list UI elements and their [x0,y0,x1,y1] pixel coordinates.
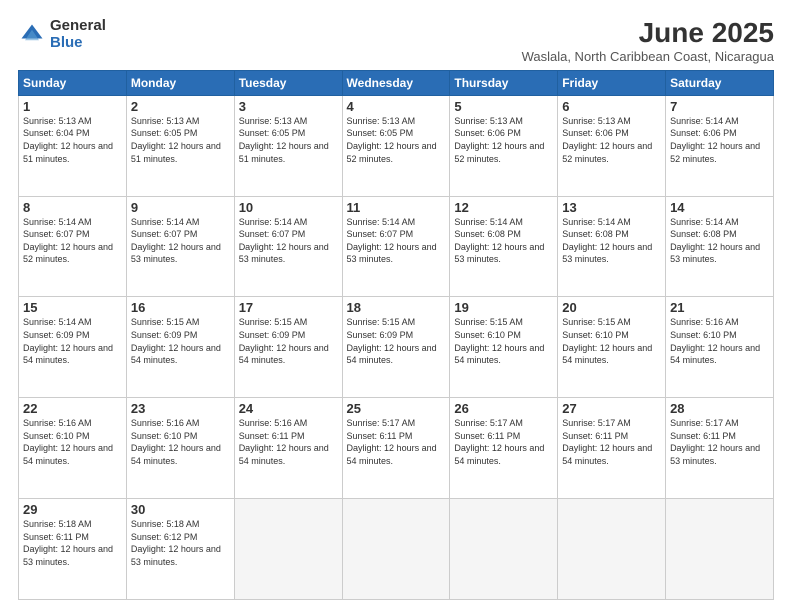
calendar-table: Sunday Monday Tuesday Wednesday Thursday… [18,70,774,600]
table-row: 17Sunrise: 5:15 AMSunset: 6:09 PMDayligh… [234,297,342,398]
col-monday: Monday [126,70,234,95]
table-row: 20Sunrise: 5:15 AMSunset: 6:10 PMDayligh… [558,297,666,398]
title-block: June 2025 Waslala, North Caribbean Coast… [522,18,774,64]
table-row: 22Sunrise: 5:16 AMSunset: 6:10 PMDayligh… [19,398,127,499]
logo-text: General Blue [50,18,106,51]
table-row: 14Sunrise: 5:14 AMSunset: 6:08 PMDayligh… [666,196,774,297]
col-saturday: Saturday [666,70,774,95]
location: Waslala, North Caribbean Coast, Nicaragu… [522,49,774,64]
table-row: 7Sunrise: 5:14 AMSunset: 6:06 PMDaylight… [666,95,774,196]
table-row [666,499,774,600]
col-friday: Friday [558,70,666,95]
table-row: 21Sunrise: 5:16 AMSunset: 6:10 PMDayligh… [666,297,774,398]
logo: General Blue [18,18,106,51]
table-row: 5Sunrise: 5:13 AMSunset: 6:06 PMDaylight… [450,95,558,196]
table-row: 13Sunrise: 5:14 AMSunset: 6:08 PMDayligh… [558,196,666,297]
table-row: 6Sunrise: 5:13 AMSunset: 6:06 PMDaylight… [558,95,666,196]
table-row: 8Sunrise: 5:14 AMSunset: 6:07 PMDaylight… [19,196,127,297]
table-row: 2Sunrise: 5:13 AMSunset: 6:05 PMDaylight… [126,95,234,196]
col-tuesday: Tuesday [234,70,342,95]
table-row: 11Sunrise: 5:14 AMSunset: 6:07 PMDayligh… [342,196,450,297]
calendar-header-row: Sunday Monday Tuesday Wednesday Thursday… [19,70,774,95]
table-row: 3Sunrise: 5:13 AMSunset: 6:05 PMDaylight… [234,95,342,196]
table-row: 1Sunrise: 5:13 AMSunset: 6:04 PMDaylight… [19,95,127,196]
logo-general-text: General [50,18,106,35]
table-row: 24Sunrise: 5:16 AMSunset: 6:11 PMDayligh… [234,398,342,499]
table-row: 27Sunrise: 5:17 AMSunset: 6:11 PMDayligh… [558,398,666,499]
table-row: 25Sunrise: 5:17 AMSunset: 6:11 PMDayligh… [342,398,450,499]
table-row: 16Sunrise: 5:15 AMSunset: 6:09 PMDayligh… [126,297,234,398]
table-row [450,499,558,600]
table-row [234,499,342,600]
table-row [342,499,450,600]
month-title: June 2025 [522,18,774,49]
table-row: 28Sunrise: 5:17 AMSunset: 6:11 PMDayligh… [666,398,774,499]
table-row: 10Sunrise: 5:14 AMSunset: 6:07 PMDayligh… [234,196,342,297]
logo-blue-text: Blue [50,35,106,52]
col-thursday: Thursday [450,70,558,95]
header: General Blue June 2025 Waslala, North Ca… [18,18,774,64]
logo-icon [18,21,46,49]
table-row: 15Sunrise: 5:14 AMSunset: 6:09 PMDayligh… [19,297,127,398]
page: General Blue June 2025 Waslala, North Ca… [0,0,792,612]
table-row: 29Sunrise: 5:18 AMSunset: 6:11 PMDayligh… [19,499,127,600]
table-row: 30Sunrise: 5:18 AMSunset: 6:12 PMDayligh… [126,499,234,600]
col-wednesday: Wednesday [342,70,450,95]
table-row: 4Sunrise: 5:13 AMSunset: 6:05 PMDaylight… [342,95,450,196]
table-row: 19Sunrise: 5:15 AMSunset: 6:10 PMDayligh… [450,297,558,398]
table-row: 12Sunrise: 5:14 AMSunset: 6:08 PMDayligh… [450,196,558,297]
table-row [558,499,666,600]
table-row: 26Sunrise: 5:17 AMSunset: 6:11 PMDayligh… [450,398,558,499]
table-row: 23Sunrise: 5:16 AMSunset: 6:10 PMDayligh… [126,398,234,499]
table-row: 18Sunrise: 5:15 AMSunset: 6:09 PMDayligh… [342,297,450,398]
table-row: 9Sunrise: 5:14 AMSunset: 6:07 PMDaylight… [126,196,234,297]
col-sunday: Sunday [19,70,127,95]
